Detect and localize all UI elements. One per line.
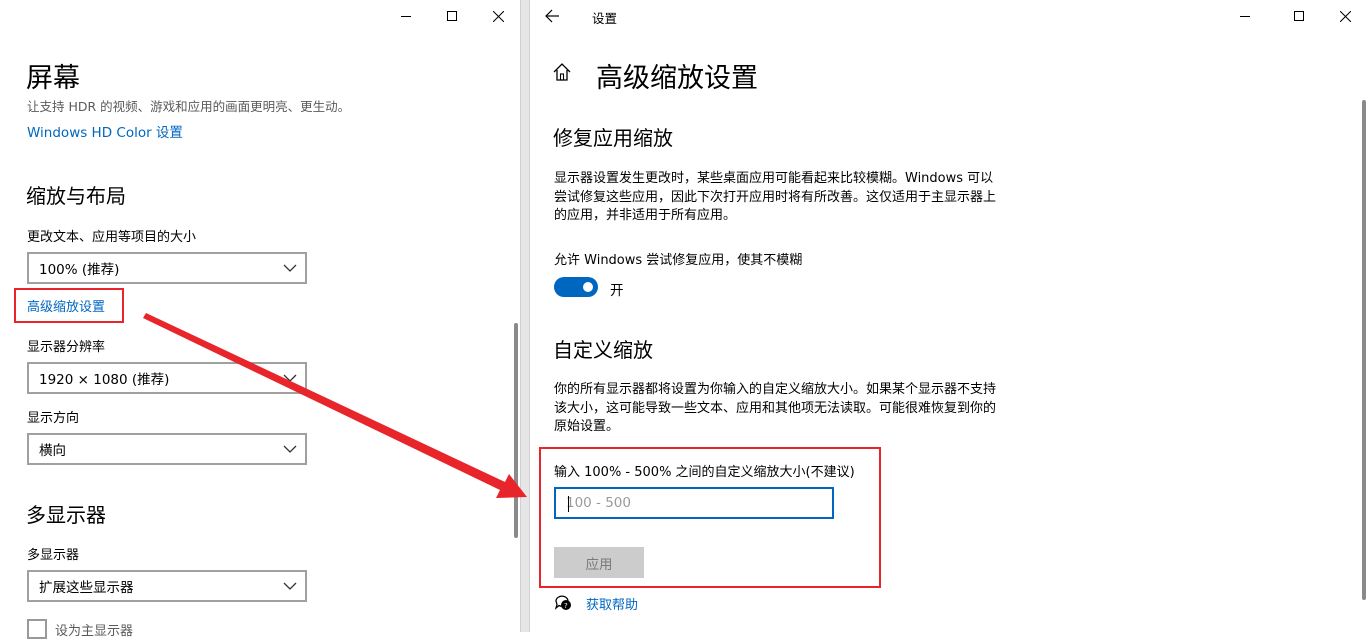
close-icon <box>1339 10 1351 22</box>
fix-scaling-description: 显示器设置发生更改时，某些桌面应用可能看起来比较模糊。Windows 可以尝试修… <box>554 171 997 223</box>
help-icon-wrap: ? <box>554 594 572 612</box>
close-icon <box>492 10 504 22</box>
multi-display-value: 扩展这些显示器 <box>39 580 134 596</box>
display-settings-window: 屏幕 让支持 HDR 的视频、游戏和应用的画面更明亮、更生动。 Windows … <box>0 0 521 639</box>
custom-scale-input[interactable]: 100 - 500 <box>554 487 834 519</box>
scale-label: 更改文本、应用等项目的大小 <box>27 230 197 245</box>
advanced-scaling-window: 设置 高级缩放设置 修复应用缩放 显示器设置发生更改时，某些桌面应用可能看起来比… <box>530 0 1368 632</box>
scale-dropdown[interactable]: 100% (推荐) <box>27 252 307 284</box>
minimize-button[interactable] <box>383 0 429 32</box>
hdr-description: 让支持 HDR 的视频、游戏和应用的画面更明亮、更生动。 <box>27 99 351 114</box>
toggle-state: 开 <box>610 283 624 299</box>
back-arrow-icon <box>545 9 559 23</box>
resolution-label: 显示器分辨率 <box>27 340 106 355</box>
toggle-knob <box>583 282 593 292</box>
maximize-button[interactable] <box>429 0 475 32</box>
resolution-dropdown[interactable]: 1920 × 1080 (推荐) <box>27 362 307 394</box>
chevron-down-icon <box>283 374 297 382</box>
window-title: 设置 <box>592 11 618 26</box>
fix-scaling-heading: 修复应用缩放 <box>553 126 673 150</box>
maximize-button[interactable] <box>1276 0 1322 32</box>
chevron-down-icon <box>283 445 297 453</box>
custom-scaling-heading: 自定义缩放 <box>553 338 653 362</box>
page-title: 屏幕 <box>26 63 80 94</box>
home-button[interactable] <box>552 62 574 84</box>
minimize-icon <box>1240 16 1250 17</box>
maximize-icon <box>447 11 457 21</box>
svg-text:?: ? <box>564 602 568 610</box>
resolution-value: 1920 × 1080 (推荐) <box>39 372 170 388</box>
home-icon <box>553 63 571 81</box>
multi-display-dropdown[interactable]: 扩展这些显示器 <box>27 570 307 602</box>
multi-display-label: 多显示器 <box>27 548 80 563</box>
orientation-dropdown[interactable]: 横向 <box>27 433 307 465</box>
scale-value: 100% (推荐) <box>39 262 120 278</box>
custom-input-label: 输入 100% - 500% 之间的自定义缩放大小(不建议) <box>554 465 855 480</box>
orientation-label: 显示方向 <box>27 411 80 426</box>
make-main-display-label: 设为主显示器 <box>55 624 134 639</box>
make-main-display-checkbox[interactable] <box>27 619 47 639</box>
back-button[interactable] <box>544 6 564 26</box>
advanced-scaling-link[interactable]: 高级缩放设置 <box>27 296 105 315</box>
chevron-down-icon <box>283 582 297 590</box>
fix-apps-toggle[interactable] <box>554 277 598 297</box>
close-button[interactable] <box>475 0 521 32</box>
page-title: 高级缩放设置 <box>596 63 758 94</box>
scrollbar-thumb[interactable] <box>514 323 518 538</box>
chevron-down-icon <box>283 264 297 272</box>
hdr-settings-link[interactable]: Windows HD Color 设置 <box>27 121 183 141</box>
close-button[interactable] <box>1322 0 1368 32</box>
custom-scale-placeholder: 100 - 500 <box>566 495 631 511</box>
orientation-value: 横向 <box>39 443 66 459</box>
window-divider <box>520 0 530 632</box>
fix-toggle-label: 允许 Windows 尝试修复应用，使其不模糊 <box>554 253 803 268</box>
minimize-icon <box>401 16 411 17</box>
text-caret <box>568 496 569 512</box>
apply-button[interactable]: 应用 <box>554 547 644 578</box>
maximize-icon <box>1294 11 1304 21</box>
multi-display-heading: 多显示器 <box>26 503 106 527</box>
help-chat-icon: ? <box>554 595 571 610</box>
custom-scaling-description: 你的所有显示器都将设置为你输入的自定义缩放大小。如果某个显示器不支持该大小，这可… <box>554 382 997 434</box>
scale-layout-heading: 缩放与布局 <box>26 184 126 208</box>
minimize-button[interactable] <box>1222 0 1268 32</box>
get-help-link[interactable]: 获取帮助 <box>586 594 638 613</box>
scrollbar-thumb[interactable] <box>1362 100 1366 600</box>
